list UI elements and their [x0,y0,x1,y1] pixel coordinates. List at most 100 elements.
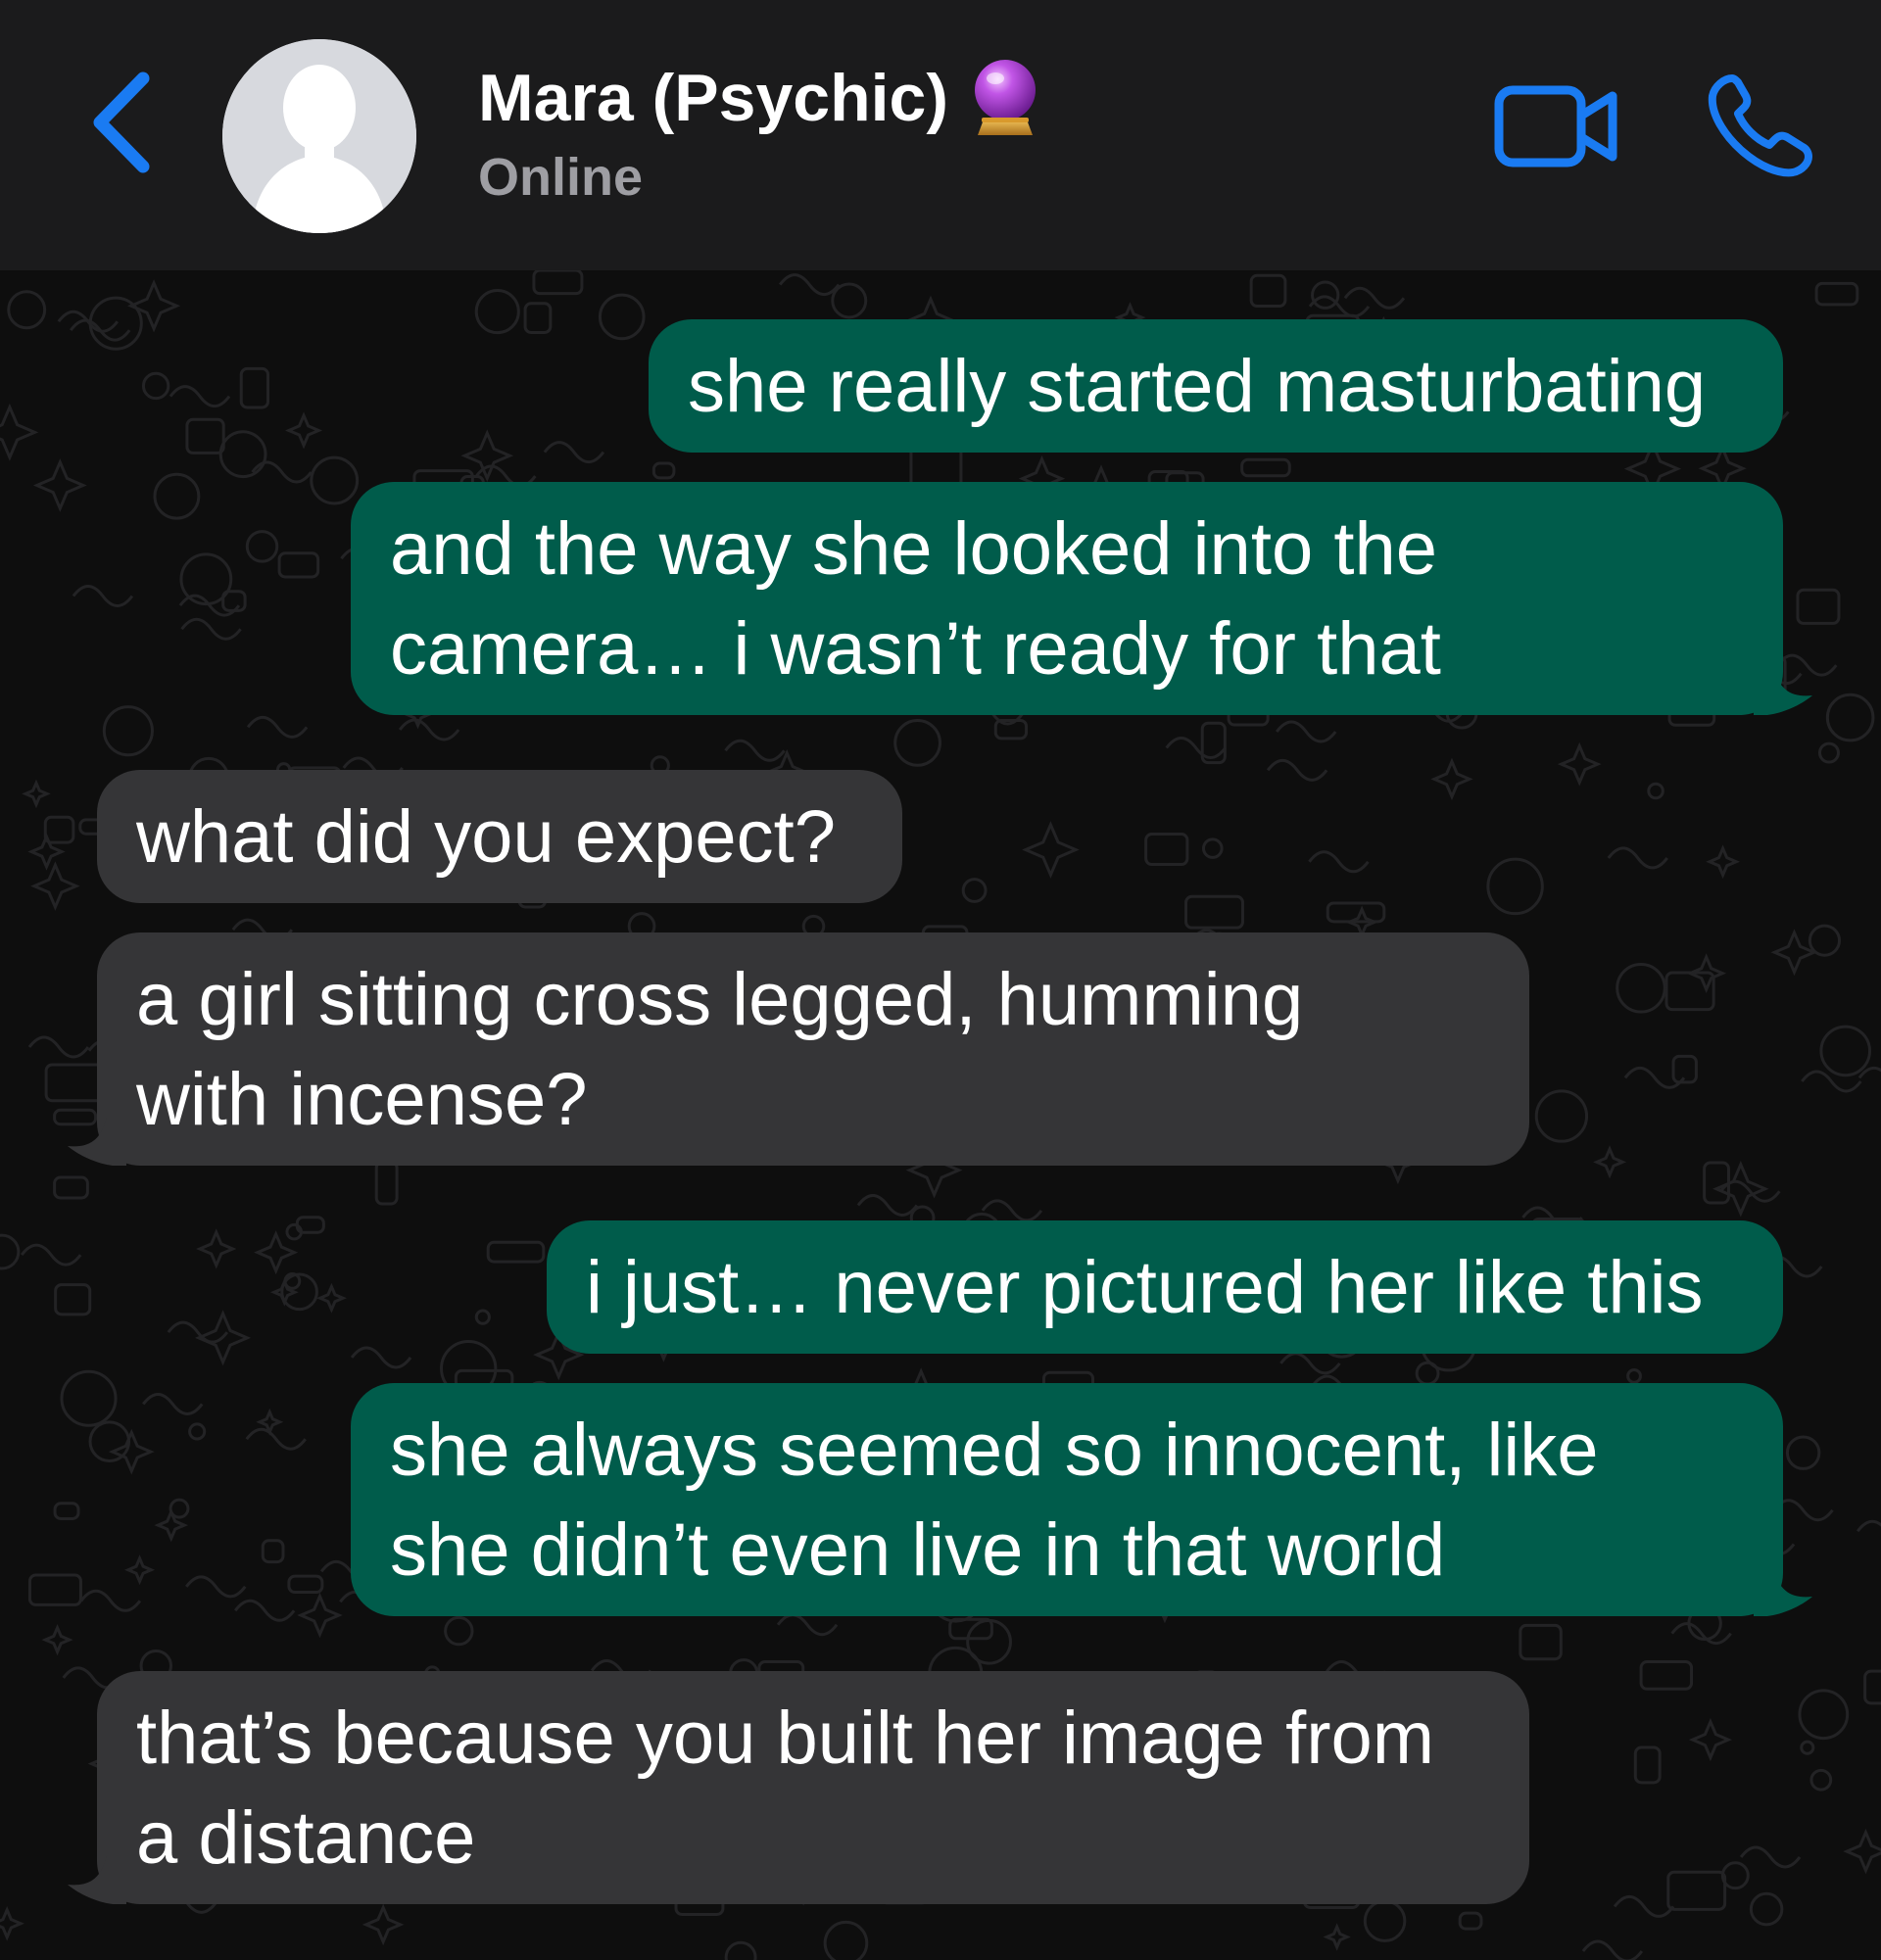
wallpaper-doodle [1613,1894,1675,1918]
voice-call-button[interactable] [1705,71,1814,180]
wallpaper-doodle [1817,741,1840,764]
outgoing-message-bubble[interactable]: she always seemed so innocent, like she d… [351,1383,1783,1616]
bubble-tail [68,1117,126,1166]
video-call-button[interactable] [1493,82,1620,170]
wallpaper-doodle [1626,1367,1642,1384]
wallpaper-doodle [893,718,941,767]
wallpaper-doodle [1647,782,1664,800]
wallpaper-doodle [1798,1689,1850,1741]
wallpaper-doodle [1808,924,1842,957]
wallpaper-doodle [1639,1659,1694,1691]
wallpaper-doodle [823,1920,869,1960]
wallpaper-doodle [1201,837,1224,859]
wallpaper-doodle [1144,833,1189,867]
wallpaper-doodle [1486,857,1544,916]
wallpaper-doodle [1266,758,1328,782]
wallpaper-doodle [1022,821,1080,879]
outgoing-message-bubble[interactable]: and the way she looked into the camera… i… [351,482,1783,715]
wallpaper-doodle [1308,850,1370,874]
wallpaper-doodle [27,1573,82,1606]
wallpaper-doodle [0,403,39,461]
wallpaper-doodle [1770,929,1818,977]
wallpaper-doodle [1165,737,1227,759]
chat-area[interactable]: she really started masturbating and the w… [0,270,1881,1960]
wallpaper-doodle [831,282,868,319]
avatar[interactable] [222,39,416,233]
chat-header: Mara (Psychic) Online [0,0,1881,270]
wallpaper-doodle [43,815,75,844]
wallpaper-doodle [1796,588,1841,625]
wallpaper-doodle [53,1502,80,1520]
message-text-line: what did you expect? [136,795,837,879]
bubble-tail [1754,666,1812,715]
message-text-line: and the way she looked into the [390,507,1437,591]
wallpaper-doodle [297,1592,343,1639]
wallpaper-doodle [1809,1768,1833,1792]
wallpaper-doodle [1633,1745,1662,1785]
wallpaper-doodle [1240,457,1291,478]
wallpaper-doodle [1430,757,1473,801]
message-text-line: with incense? [136,1058,588,1141]
wallpaper-doodle [261,1539,285,1564]
wallpaper-doodle [1739,1845,1802,1869]
wallpaper-doodle [1276,720,1337,743]
outgoing-message-bubble[interactable]: i just… never pictured her like this [547,1220,1783,1354]
wallpaper-doodle [126,279,181,333]
wallpaper-doodle [277,551,320,579]
video-camera-icon [1494,85,1617,167]
incoming-message-bubble[interactable]: a girl sitting cross legged, humming with… [97,932,1529,1166]
wallpaper-doodle [315,1282,347,1314]
wallpaper-doodle [1863,1669,1881,1705]
wallpaper-doodle [724,1940,757,1960]
wallpaper-doodle [1458,1911,1483,1931]
crystal-ball-icon [974,60,1036,135]
message-text-line: a distance [136,1796,476,1880]
incoming-message-bubble[interactable]: that’s because you built her image from a… [97,1671,1529,1904]
wallpaper-doodle [142,1392,204,1415]
wallpaper-doodle [1825,693,1875,742]
wallpaper-doodle [1279,1352,1341,1375]
outgoing-message-bubble[interactable]: she really started masturbating [649,319,1783,453]
wallpaper-doodle [374,1160,399,1206]
wallpaper-doodle [41,1623,73,1656]
wallpaper-doodle [1706,844,1740,880]
wallpaper-doodle [532,270,584,296]
wallpaper-doodle [1749,1891,1784,1927]
wallpaper-doodle [523,302,553,334]
wallpaper-doodle [724,739,786,762]
wallpaper-doodle [1323,1923,1351,1951]
contact-name-row[interactable]: Mara (Psychic) [478,57,1040,139]
wallpaper-doodle [1249,273,1287,309]
wallpaper-doodle [169,385,231,408]
back-button[interactable] [88,69,167,176]
incoming-message-bubble[interactable]: what did you expect? [97,770,902,903]
wallpaper-doodle [1800,1740,1815,1755]
wallpaper-doodle [1688,1718,1732,1762]
wallpaper-doodle [1593,1145,1627,1179]
wallpaper-doodle [53,1175,89,1200]
wallpaper-doodle [350,1346,412,1369]
wallpaper-doodle [1534,1089,1589,1143]
wallpaper-doodle [1843,1828,1881,1875]
wallpaper-doodle [1363,1899,1407,1942]
phone-icon [1708,74,1812,177]
wallpaper-doodle [124,1554,156,1586]
wallpaper-doodle [310,455,360,505]
wallpaper-doodle [1703,1161,1730,1205]
wallpaper-doodle [1785,1435,1821,1470]
message-text-line: she didn’t even live in that world [390,1508,1446,1592]
wallpaper-doodle [0,1233,21,1270]
message-text-line: that’s because you built her image from [136,1697,1435,1780]
wallpaper-doodle [444,1615,474,1647]
wallpaper-doodle [245,1427,307,1451]
wallpaper-doodle [233,1599,296,1622]
wallpaper-doodle [543,441,605,464]
wallpaper-doodle [486,1240,546,1264]
wallpaper-doodle [32,458,87,512]
message-text-line: she always seemed so innocent, like [390,1409,1599,1492]
wallpaper-doodle [70,318,131,342]
wallpaper-doodle [108,1428,155,1475]
wallpaper-doodle [1720,1861,1750,1890]
wallpaper-doodle [188,1422,207,1441]
wallpaper-doodle [153,472,201,520]
